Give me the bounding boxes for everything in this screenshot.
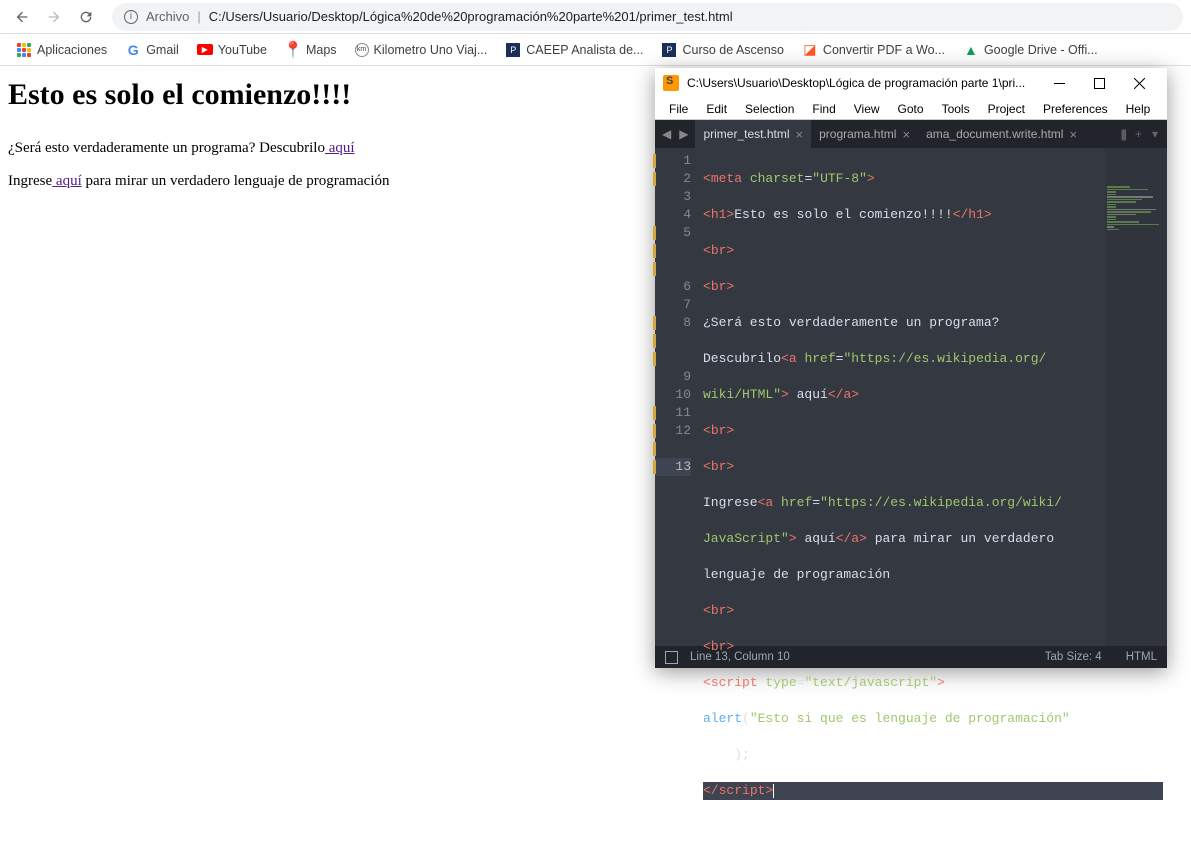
tab-ama-document[interactable]: ama_document.write.html× <box>918 120 1085 148</box>
menu-selection[interactable]: Selection <box>737 100 802 118</box>
bookmark-youtube[interactable]: ▶YouTube <box>191 38 273 62</box>
reload-button[interactable] <box>72 3 100 31</box>
minimap[interactable] <box>1105 148 1167 646</box>
caeep-icon: P <box>505 42 521 58</box>
link-aqui-1[interactable]: aquí <box>325 140 355 156</box>
close-button[interactable] <box>1119 68 1159 98</box>
sublime-icon <box>663 75 679 91</box>
editor-tabs: ◀▶ primer_test.html× programa.html× ama_… <box>655 120 1167 148</box>
bookmark-caeep[interactable]: PCAEEP Analista de... <box>499 38 649 62</box>
curso-icon: P <box>661 42 677 58</box>
panel-icon[interactable] <box>665 651 678 664</box>
close-icon[interactable]: × <box>1069 127 1077 142</box>
maps-icon: 📍 <box>285 42 301 58</box>
bookmarks-bar: Aplicaciones GGmail ▶YouTube 📍Maps kmKil… <box>0 34 1191 66</box>
km-icon: km <box>355 43 369 57</box>
tab-next-icon[interactable]: ▶ <box>676 127 691 141</box>
tab-menu-icon[interactable]: ▾ <box>1149 127 1161 141</box>
gutter: 1 2 3 4 5 6 7 8 9 10 11 12 13 <box>655 148 699 646</box>
menu-project[interactable]: Project <box>980 100 1033 118</box>
url-label: Archivo <box>146 9 189 24</box>
new-tab-icon[interactable]: + <box>1132 127 1145 141</box>
menu-edit[interactable]: Edit <box>698 100 735 118</box>
info-icon: i <box>124 10 138 24</box>
sublime-titlebar[interactable]: C:\Users\Usuario\Desktop\Lógica de progr… <box>655 68 1167 98</box>
sublime-window: C:\Users\Usuario\Desktop\Lógica de progr… <box>655 68 1167 668</box>
bookmark-drive[interactable]: ▲Google Drive - Offi... <box>957 38 1104 62</box>
menu-preferences[interactable]: Preferences <box>1035 100 1116 118</box>
url-text: C:/Users/Usuario/Desktop/Lógica%20de%20p… <box>209 9 733 24</box>
tab-primer-test[interactable]: primer_test.html× <box>695 120 811 148</box>
pdf-icon: ◪ <box>802 42 818 58</box>
menu-view[interactable]: View <box>846 100 888 118</box>
maximize-button[interactable] <box>1079 68 1119 98</box>
forward-button[interactable] <box>40 3 68 31</box>
drive-icon: ▲ <box>963 42 979 58</box>
youtube-icon: ▶ <box>197 42 213 58</box>
bookmark-curso[interactable]: PCurso de Ascenso <box>655 38 789 62</box>
close-icon[interactable]: × <box>796 127 804 142</box>
bookmark-pdf[interactable]: ◪Convertir PDF a Wo... <box>796 38 951 62</box>
link-aqui-2[interactable]: aquí <box>52 173 82 189</box>
address-bar[interactable]: i Archivo | C:/Users/Usuario/Desktop/Lóg… <box>112 3 1183 31</box>
bookmark-gmail[interactable]: GGmail <box>119 38 185 62</box>
menu-help[interactable]: Help <box>1118 100 1159 118</box>
code-editor[interactable]: <meta charset="UTF-8"> <h1>Esto es solo … <box>699 148 1167 646</box>
gmail-icon: G <box>125 42 141 58</box>
close-icon[interactable]: × <box>902 127 910 142</box>
bookmark-maps[interactable]: 📍Maps <box>279 38 343 62</box>
tab-programa[interactable]: programa.html× <box>811 120 918 148</box>
menu-goto[interactable]: Goto <box>890 100 932 118</box>
tab-prev-icon[interactable]: ◀ <box>659 127 674 141</box>
window-title: C:\Users\Usuario\Desktop\Lógica de progr… <box>687 76 1039 90</box>
menu-file[interactable]: File <box>661 100 696 118</box>
back-button[interactable] <box>8 3 36 31</box>
bookmark-apps[interactable]: Aplicaciones <box>10 38 113 62</box>
minimize-button[interactable] <box>1039 68 1079 98</box>
bookmark-kilometro[interactable]: kmKilometro Uno Viaj... <box>349 39 494 61</box>
tab-scroll-icon[interactable]: |||| <box>1117 127 1127 141</box>
menu-find[interactable]: Find <box>804 100 843 118</box>
menu-tools[interactable]: Tools <box>934 100 978 118</box>
sublime-menubar: File Edit Selection Find View Goto Tools… <box>655 98 1167 120</box>
